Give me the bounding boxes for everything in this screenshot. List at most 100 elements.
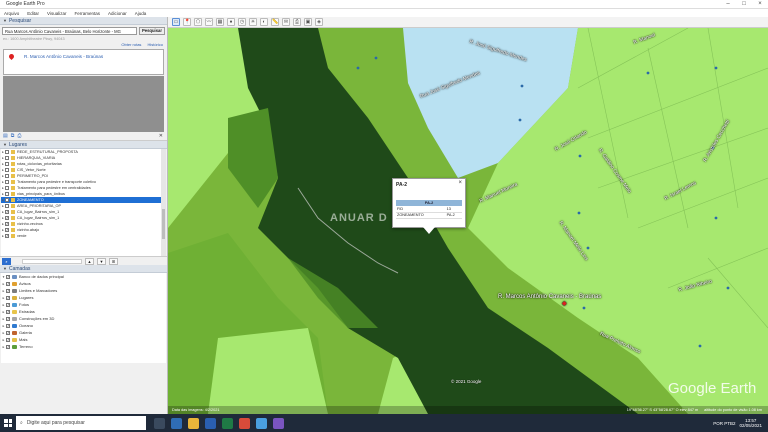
- layer-label: Galeria: [19, 330, 32, 335]
- layer-item[interactable]: ▸ ✓ Limites e Marcadores: [1, 287, 166, 294]
- checkbox[interactable]: ✓: [6, 309, 10, 314]
- layer-item[interactable]: ▸ ✓ Oceano: [1, 322, 166, 329]
- layer-item[interactable]: ▸ ✓ Terreno: [1, 343, 166, 350]
- checkbox[interactable]: ✓: [5, 222, 9, 226]
- sidebar-toggle-icon[interactable]: ▭: [172, 18, 180, 26]
- layer-item[interactable]: ▸ ✓ Mais: [1, 336, 166, 343]
- email-icon[interactable]: ✉: [282, 18, 290, 26]
- clear-results-icon[interactable]: ✕: [159, 133, 163, 139]
- checkbox[interactable]: ✓: [6, 316, 10, 321]
- layer-item[interactable]: ▸ ✓ Fotos: [1, 301, 166, 308]
- taskbar-search[interactable]: ⌕ Digite aqui para pesquisar: [16, 416, 146, 430]
- checkbox[interactable]: ✓: [6, 330, 10, 335]
- places-search-box[interactable]: [22, 258, 82, 264]
- checkbox[interactable]: [5, 156, 9, 160]
- add-folder-icon[interactable]: ⊞: [109, 257, 118, 265]
- search-icon: ⌕: [20, 420, 23, 426]
- layer-item[interactable]: ▸ ✓ Estradas: [1, 308, 166, 315]
- save-image-icon[interactable]: ▣: [304, 18, 312, 26]
- maps-icon[interactable]: ◈: [315, 18, 323, 26]
- menu-adicionar[interactable]: Adicionar: [104, 11, 131, 16]
- polygon-icon[interactable]: ⬠: [194, 18, 202, 26]
- checkbox[interactable]: [5, 204, 9, 208]
- list-item[interactable]: ▸ ✓ verde: [1, 233, 166, 239]
- menu-ferramentas[interactable]: Ferramentas: [70, 11, 104, 16]
- search-input[interactable]: [2, 27, 137, 35]
- search-places-icon[interactable]: ⌕: [2, 257, 11, 265]
- checkbox[interactable]: [5, 192, 9, 196]
- layer-item[interactable]: ▸ ✓ Lugares: [1, 294, 166, 301]
- file-explorer-icon[interactable]: [188, 417, 199, 429]
- menu-arquivo[interactable]: Arquivo: [0, 11, 23, 16]
- checkbox[interactable]: ✓: [5, 234, 9, 238]
- search-panel-header[interactable]: ▼ Pesquisar: [0, 17, 167, 25]
- language-indicator[interactable]: POR PTB2: [713, 421, 735, 426]
- checkbox[interactable]: [5, 162, 9, 166]
- checkbox[interactable]: ✓: [5, 228, 9, 232]
- history-link[interactable]: Histórico: [147, 42, 163, 48]
- word-icon[interactable]: [205, 417, 216, 429]
- copy-icon[interactable]: ⧉: [11, 133, 15, 139]
- checkbox[interactable]: [5, 180, 9, 184]
- checkbox[interactable]: ✓: [6, 323, 10, 328]
- print-icon[interactable]: ⎙: [293, 18, 301, 26]
- planets-icon[interactable]: ◐: [260, 18, 268, 26]
- checkbox[interactable]: ✓: [6, 281, 10, 286]
- maximize-button[interactable]: □: [736, 1, 752, 7]
- places-scrollbar[interactable]: [161, 149, 166, 256]
- menu-visualizar[interactable]: Visualizar: [43, 11, 70, 16]
- task-view-icon[interactable]: [154, 417, 165, 429]
- menu-editar[interactable]: Editar: [23, 11, 43, 16]
- excel-icon[interactable]: [222, 417, 233, 429]
- path-icon[interactable]: 〰: [205, 18, 213, 26]
- google-earth-taskbar-icon[interactable]: [256, 417, 267, 429]
- print-results-icon[interactable]: ⎙: [17, 133, 21, 139]
- checkbox[interactable]: ✓: [6, 344, 10, 349]
- checkbox[interactable]: ✓: [5, 210, 9, 214]
- clock[interactable]: 13:57 02/05/2021: [739, 418, 762, 428]
- feature-balloon: PA-2 × PA-2 FID 13 ZONEAMENTO PA-2: [392, 178, 466, 234]
- checkbox[interactable]: [5, 150, 9, 154]
- layer-item[interactable]: ▸ ✓ Avisos: [1, 280, 166, 287]
- edge-icon[interactable]: [171, 417, 182, 429]
- checkbox[interactable]: ✓: [6, 295, 10, 300]
- checkbox[interactable]: ✓: [5, 216, 9, 220]
- layer-item[interactable]: ▾ ✓ Banco de dados principal: [1, 273, 166, 280]
- search-button[interactable]: Pesquisar: [139, 27, 165, 35]
- menu-ajuda[interactable]: Ajuda: [131, 11, 151, 16]
- start-button[interactable]: [0, 414, 16, 432]
- balloon-close-icon[interactable]: ×: [458, 180, 462, 186]
- layer-icon: [12, 330, 17, 335]
- app-icon[interactable]: [273, 417, 284, 429]
- location-pin-icon[interactable]: ◆: [562, 300, 567, 307]
- checkbox[interactable]: ✓: [6, 302, 10, 307]
- checkbox[interactable]: ✓: [5, 198, 9, 202]
- sun-icon[interactable]: ☀: [249, 18, 257, 26]
- search-result-item[interactable]: R. Marcos Antônio Cavaneis - Braúnas: [24, 54, 103, 59]
- close-button[interactable]: ×: [752, 1, 768, 7]
- ruler-icon[interactable]: 📏: [271, 18, 279, 26]
- folder-icon: [11, 210, 15, 214]
- minimize-button[interactable]: –: [720, 1, 736, 7]
- chrome-icon[interactable]: [239, 417, 250, 429]
- checkbox[interactable]: ✓: [6, 337, 10, 342]
- layers-panel-header[interactable]: ▼ Camadas: [0, 265, 167, 273]
- checkbox[interactable]: [5, 186, 9, 190]
- checkbox[interactable]: ✓: [6, 274, 10, 279]
- checkbox[interactable]: ✓: [6, 288, 10, 293]
- list-view-icon[interactable]: ▤: [3, 133, 8, 139]
- placemark-icon[interactable]: 📍: [183, 18, 191, 26]
- checkbox[interactable]: [5, 168, 9, 172]
- layer-item[interactable]: ▸ ✓ Galeria: [1, 329, 166, 336]
- tour-icon[interactable]: ●: [227, 18, 235, 26]
- overlay-icon[interactable]: ▦: [216, 18, 224, 26]
- checkbox[interactable]: [5, 174, 9, 178]
- places-panel-header[interactable]: ▼ Lugares: [0, 141, 167, 149]
- history-icon[interactable]: ◷: [238, 18, 246, 26]
- move-down-icon[interactable]: ▼: [97, 257, 106, 265]
- get-directions-link[interactable]: Obter rotas: [121, 42, 141, 48]
- layer-item[interactable]: ▸ ✓ Construções em 3D: [1, 315, 166, 322]
- move-up-icon[interactable]: ▲: [85, 257, 94, 265]
- map-view[interactable]: R. José Sigulfredo Mendes Rua José Sigul…: [168, 28, 768, 414]
- folder-icon: [11, 216, 15, 220]
